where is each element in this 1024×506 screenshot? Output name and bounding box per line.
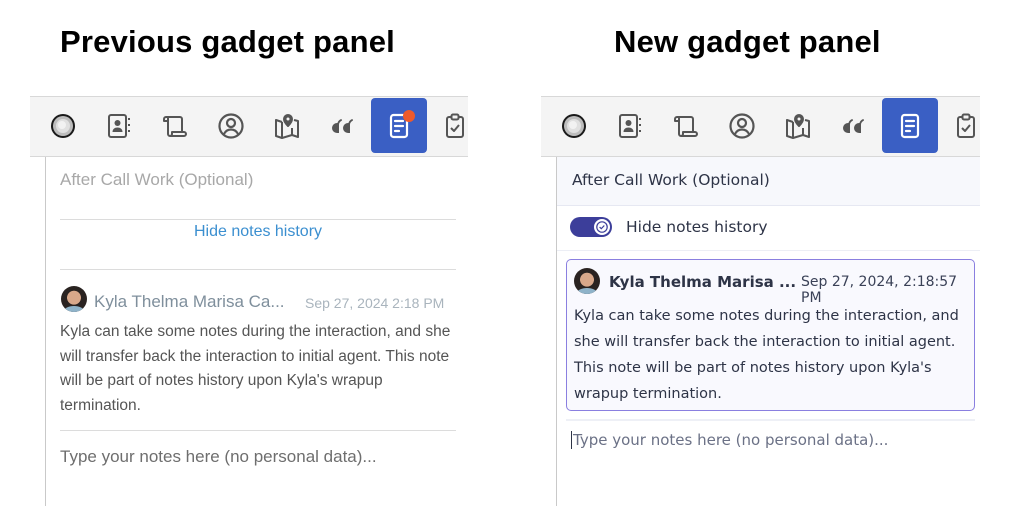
note-card: Kyla Thelma Marisa ... Sep 27, 2024, 2:1… bbox=[566, 259, 975, 411]
divider bbox=[60, 430, 456, 431]
hide-history-row: Hide notes history bbox=[557, 206, 980, 251]
gadget-toolbar bbox=[541, 96, 980, 157]
clipboard-check-icon bbox=[446, 113, 464, 138]
notes-input[interactable]: Type your notes here (no personal data).… bbox=[571, 431, 888, 449]
divider bbox=[566, 419, 975, 421]
notes-body: After Call Work (Optional) Hide notes hi… bbox=[45, 157, 468, 506]
notes-button[interactable] bbox=[371, 98, 427, 153]
user-profile-icon bbox=[729, 112, 755, 139]
toggle-knob bbox=[594, 219, 610, 235]
divider bbox=[60, 219, 456, 220]
section-header: After Call Work (Optional) bbox=[557, 157, 980, 206]
status-button[interactable] bbox=[35, 98, 91, 153]
gadget-toolbar bbox=[30, 96, 468, 157]
status-circle-icon bbox=[562, 113, 586, 138]
tasks-button[interactable] bbox=[427, 98, 483, 153]
status-circle-icon bbox=[51, 113, 75, 138]
section-title: After Call Work (Optional) bbox=[60, 170, 254, 189]
quote-button[interactable] bbox=[826, 98, 882, 153]
toggle-label: Hide notes history bbox=[626, 218, 768, 236]
note-text: Kyla can take some notes during the inte… bbox=[574, 308, 959, 402]
avatar bbox=[574, 268, 600, 294]
map-icon bbox=[786, 113, 810, 139]
map-button[interactable] bbox=[259, 98, 315, 153]
note-author: Kyla Thelma Marisa Ca... bbox=[94, 292, 285, 311]
notes-input[interactable]: Type your notes here (no personal data).… bbox=[60, 447, 377, 467]
contact-book-icon bbox=[619, 113, 641, 138]
note-timestamp: Sep 27, 2024 2:18 PM bbox=[305, 295, 445, 311]
script-scroll-icon bbox=[163, 115, 187, 137]
check-icon bbox=[596, 221, 608, 233]
quote-icon bbox=[843, 118, 864, 133]
quote-icon bbox=[332, 118, 353, 133]
avatar bbox=[61, 286, 87, 312]
script-button[interactable] bbox=[658, 98, 714, 153]
section-title: After Call Work (Optional) bbox=[572, 171, 770, 189]
contact-book-icon bbox=[108, 113, 130, 138]
previous-gadget-panel: After Call Work (Optional) Hide notes hi… bbox=[30, 88, 468, 506]
hide-notes-history-link[interactable]: Hide notes history bbox=[60, 223, 456, 241]
status-button[interactable] bbox=[546, 98, 602, 153]
notes-icon bbox=[900, 113, 920, 138]
quote-button[interactable] bbox=[315, 98, 371, 153]
map-icon bbox=[275, 113, 299, 139]
notes-body: After Call Work (Optional) Hide notes hi… bbox=[556, 157, 980, 506]
tasks-button[interactable] bbox=[938, 98, 994, 153]
note-text: Kyla can take some notes during the inte… bbox=[60, 323, 451, 414]
script-button[interactable] bbox=[147, 98, 203, 153]
divider bbox=[60, 269, 456, 270]
notification-badge bbox=[403, 110, 415, 122]
new-panel-heading: New gadget panel bbox=[614, 24, 881, 59]
previous-panel-heading: Previous gadget panel bbox=[60, 24, 395, 59]
contacts-button[interactable] bbox=[91, 98, 147, 153]
contacts-button[interactable] bbox=[602, 98, 658, 153]
hide-notes-history-toggle[interactable] bbox=[570, 217, 612, 237]
note-timestamp: Sep 27, 2024, 2:18:57 PM bbox=[801, 274, 958, 306]
profile-button[interactable] bbox=[203, 98, 259, 153]
note-author: Kyla Thelma Marisa ... bbox=[609, 273, 797, 291]
profile-button[interactable] bbox=[714, 98, 770, 153]
notes-button[interactable] bbox=[882, 98, 938, 153]
user-profile-icon bbox=[218, 112, 244, 139]
script-scroll-icon bbox=[674, 115, 698, 137]
map-button[interactable] bbox=[770, 98, 826, 153]
new-gadget-panel: After Call Work (Optional) Hide notes hi… bbox=[541, 88, 980, 506]
clipboard-check-icon bbox=[957, 113, 975, 138]
